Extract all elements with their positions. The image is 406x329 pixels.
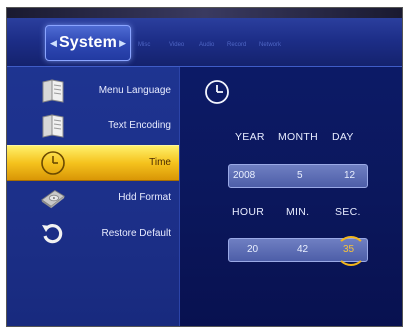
min-value[interactable]: 42	[297, 239, 308, 261]
month-header: MONTH	[278, 131, 318, 143]
year-header: YEAR	[235, 131, 265, 143]
sidebar-item-label: Text Encoding	[108, 120, 171, 131]
sidebar: Menu Language Text Encoding Time Hdd For…	[7, 67, 180, 326]
sidebar-item-restore-default[interactable]: Restore Default	[7, 217, 179, 251]
sec-header: SEC.	[335, 206, 361, 218]
time-field[interactable]: 20 42 35	[228, 236, 368, 266]
sidebar-item-text-encoding[interactable]: Text Encoding	[7, 109, 179, 143]
year-value[interactable]: 2008	[233, 165, 255, 187]
tab-network[interactable]: Network	[259, 42, 281, 48]
min-header: MIN.	[286, 206, 310, 218]
tab-record[interactable]: Record	[227, 42, 246, 48]
top-strip	[7, 8, 402, 18]
time-settings-panel: YEAR MONTH DAY 2008 5 12 HOUR MIN. SEC. …	[180, 67, 402, 326]
sidebar-item-label: Time	[149, 157, 171, 168]
book-icon	[39, 78, 67, 104]
restore-arrow-icon	[39, 221, 67, 247]
sidebar-item-menu-language[interactable]: Menu Language	[7, 74, 179, 108]
menu-bar: ◀ System ▶ Misc Video Audio Record Netwo…	[7, 18, 402, 67]
hard-disk-icon	[39, 185, 67, 211]
tab-misc[interactable]: Misc	[138, 42, 150, 48]
sec-value[interactable]: 35	[343, 239, 354, 261]
book-icon	[39, 113, 67, 139]
tab-video[interactable]: Video	[169, 42, 184, 48]
clock-icon	[39, 150, 67, 176]
hour-header: HOUR	[232, 206, 265, 218]
sidebar-item-hdd-format[interactable]: Hdd Format	[7, 181, 179, 215]
sidebar-item-label: Menu Language	[98, 85, 171, 96]
day-header: DAY	[332, 131, 354, 143]
day-value[interactable]: 12	[344, 165, 355, 187]
right-arrow-icon: ▶	[119, 38, 126, 48]
clock-icon	[202, 77, 232, 107]
hour-value[interactable]: 20	[247, 239, 258, 261]
sidebar-item-time[interactable]: Time	[7, 145, 179, 181]
month-value[interactable]: 5	[297, 165, 303, 187]
sidebar-item-label: Restore Default	[101, 228, 171, 239]
tab-system[interactable]: ◀ System ▶	[45, 25, 131, 61]
tv-screen: ◀ System ▶ Misc Video Audio Record Netwo…	[6, 7, 403, 327]
sidebar-item-label: Hdd Format	[118, 192, 171, 203]
tab-system-label: System	[58, 34, 118, 51]
date-field[interactable]: 2008 5 12	[228, 164, 368, 188]
left-arrow-icon: ◀	[50, 38, 57, 48]
tab-audio[interactable]: Audio	[199, 42, 214, 48]
